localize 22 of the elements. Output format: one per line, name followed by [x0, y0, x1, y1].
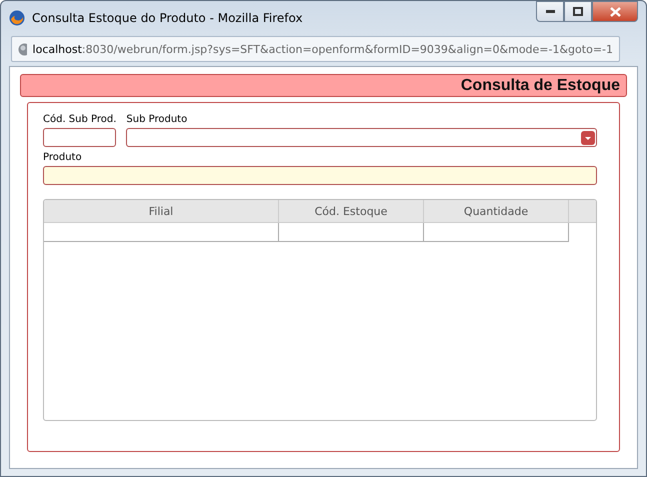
column-header[interactable]: Filial [44, 200, 279, 222]
browser-logo-icon [9, 10, 25, 26]
minimize-button[interactable] [536, 1, 564, 22]
minimize-icon [546, 10, 554, 13]
address-bar[interactable]: localhost:8030/webrun/form.jsp?sys=SFT&action=openform&formID=9039&align=0&mode=-1&goto=-1 [11, 36, 620, 62]
maximize-icon [573, 7, 583, 16]
window-title: Consulta Estoque do Produto - Mozilla Firefox [32, 10, 304, 24]
dropdown-icon[interactable] [581, 130, 595, 144]
field-label: Produto [43, 152, 83, 163]
close-button[interactable] [592, 1, 638, 22]
maximize-button[interactable] [564, 1, 592, 22]
field-label: Sub Produto [126, 114, 188, 125]
field-label: Cód. Sub Prod. [43, 114, 116, 125]
column-header[interactable]: Cód. Estoque [279, 200, 424, 222]
page-title: Consulta de Estoque [460, 76, 620, 94]
close-icon [610, 6, 620, 16]
dropdown-field[interactable] [126, 128, 597, 147]
column-header[interactable]: Quantidade [424, 200, 569, 222]
url-host: localhost [32, 42, 82, 56]
input-field[interactable] [43, 166, 597, 185]
input-field[interactable] [43, 128, 116, 147]
url-path: :8030/webrun/form.jsp?sys=SFT&action=openform&formID=9039&align=0&mode=-1&goto=-1 [82, 42, 613, 56]
